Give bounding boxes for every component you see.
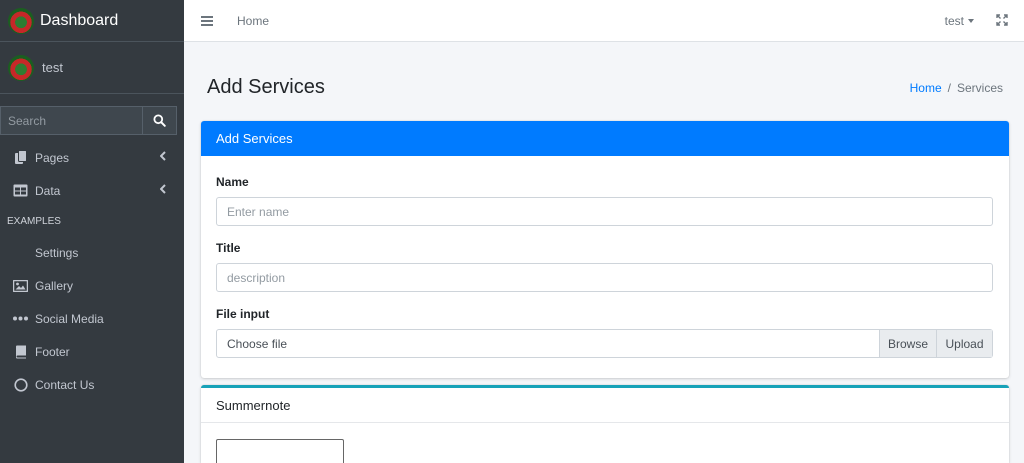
sidebar-search xyxy=(0,106,177,135)
search-icon xyxy=(153,114,166,127)
summernote-card: Summernote xyxy=(201,385,1009,463)
sidebar-nav: Pages Data EXAMPLES Settings Gallery Soc… xyxy=(0,141,184,401)
copy-icon xyxy=(12,149,29,166)
card-title: Add Services xyxy=(201,121,1009,156)
chevron-left-icon xyxy=(159,150,166,164)
caret-down-icon xyxy=(968,19,974,24)
sidebar-item-label: Contact Us xyxy=(35,377,95,392)
title-input[interactable] xyxy=(216,263,993,292)
sidebar: Dashboard test Pages Data xyxy=(0,0,184,463)
sidebar-item-label: Social Media xyxy=(35,311,104,326)
top-home-link[interactable]: Home xyxy=(237,14,269,28)
sidebar-item-settings[interactable]: Settings xyxy=(0,236,184,269)
summernote-editor[interactable] xyxy=(216,439,344,463)
menu-toggle-icon[interactable] xyxy=(201,14,213,28)
user-name: test xyxy=(42,60,63,75)
table-icon xyxy=(12,182,29,199)
chevron-left-icon xyxy=(159,183,166,197)
sidebar-item-label: Settings xyxy=(35,245,79,260)
breadcrumb: Home / Services xyxy=(910,81,1003,95)
sidebar-item-label: Data xyxy=(35,183,61,198)
name-input[interactable] xyxy=(216,197,993,226)
search-input[interactable] xyxy=(0,106,142,135)
sidebar-item-pages[interactable]: Pages xyxy=(0,141,184,174)
ellipsis-icon xyxy=(12,310,29,327)
brand-text: Dashboard xyxy=(40,11,119,29)
image-icon xyxy=(12,277,29,294)
file-input-label: File input xyxy=(216,307,270,321)
sidebar-header-examples: EXAMPLES xyxy=(7,216,61,227)
search-button[interactable] xyxy=(142,106,177,135)
sidebar-item-data[interactable]: Data xyxy=(0,174,184,207)
sidebar-item-label: Pages xyxy=(35,150,70,165)
breadcrumb-current: Services xyxy=(956,81,1003,95)
sidebar-item-label: Gallery xyxy=(35,278,74,293)
fullscreen-icon[interactable] xyxy=(996,14,1008,29)
upload-button[interactable]: Upload xyxy=(936,330,992,357)
circle-icon xyxy=(12,376,29,393)
sidebar-item-gallery[interactable]: Gallery xyxy=(0,269,184,302)
sidebar-item-label: Footer xyxy=(35,344,70,359)
user-panel[interactable]: test xyxy=(0,42,184,94)
top-navbar: Home test xyxy=(184,0,1024,42)
user-dropdown-label: test xyxy=(944,13,964,28)
avatar xyxy=(8,54,34,81)
sidebar-item-contact-us[interactable]: Contact Us xyxy=(0,368,184,401)
file-input-group: Choose file Browse Upload xyxy=(216,329,993,358)
browse-button[interactable]: Browse xyxy=(879,330,936,357)
book-icon xyxy=(12,343,29,360)
sidebar-item-footer[interactable]: Footer xyxy=(0,335,184,368)
page-title: Add Services xyxy=(207,76,325,98)
sidebar-item-social-media[interactable]: Social Media xyxy=(0,302,184,335)
summernote-title: Summernote xyxy=(201,388,1009,423)
file-input[interactable]: Choose file xyxy=(217,330,879,357)
title-label: Title xyxy=(216,241,241,255)
user-dropdown[interactable]: test xyxy=(945,14,974,28)
add-services-card: Add Services Name Title File input Choos… xyxy=(201,121,1009,378)
brand-link[interactable]: Dashboard xyxy=(0,0,184,42)
breadcrumb-separator: / xyxy=(947,81,951,95)
name-label: Name xyxy=(216,175,249,189)
brand-logo xyxy=(8,7,34,34)
breadcrumb-home-link[interactable]: Home xyxy=(910,81,942,95)
